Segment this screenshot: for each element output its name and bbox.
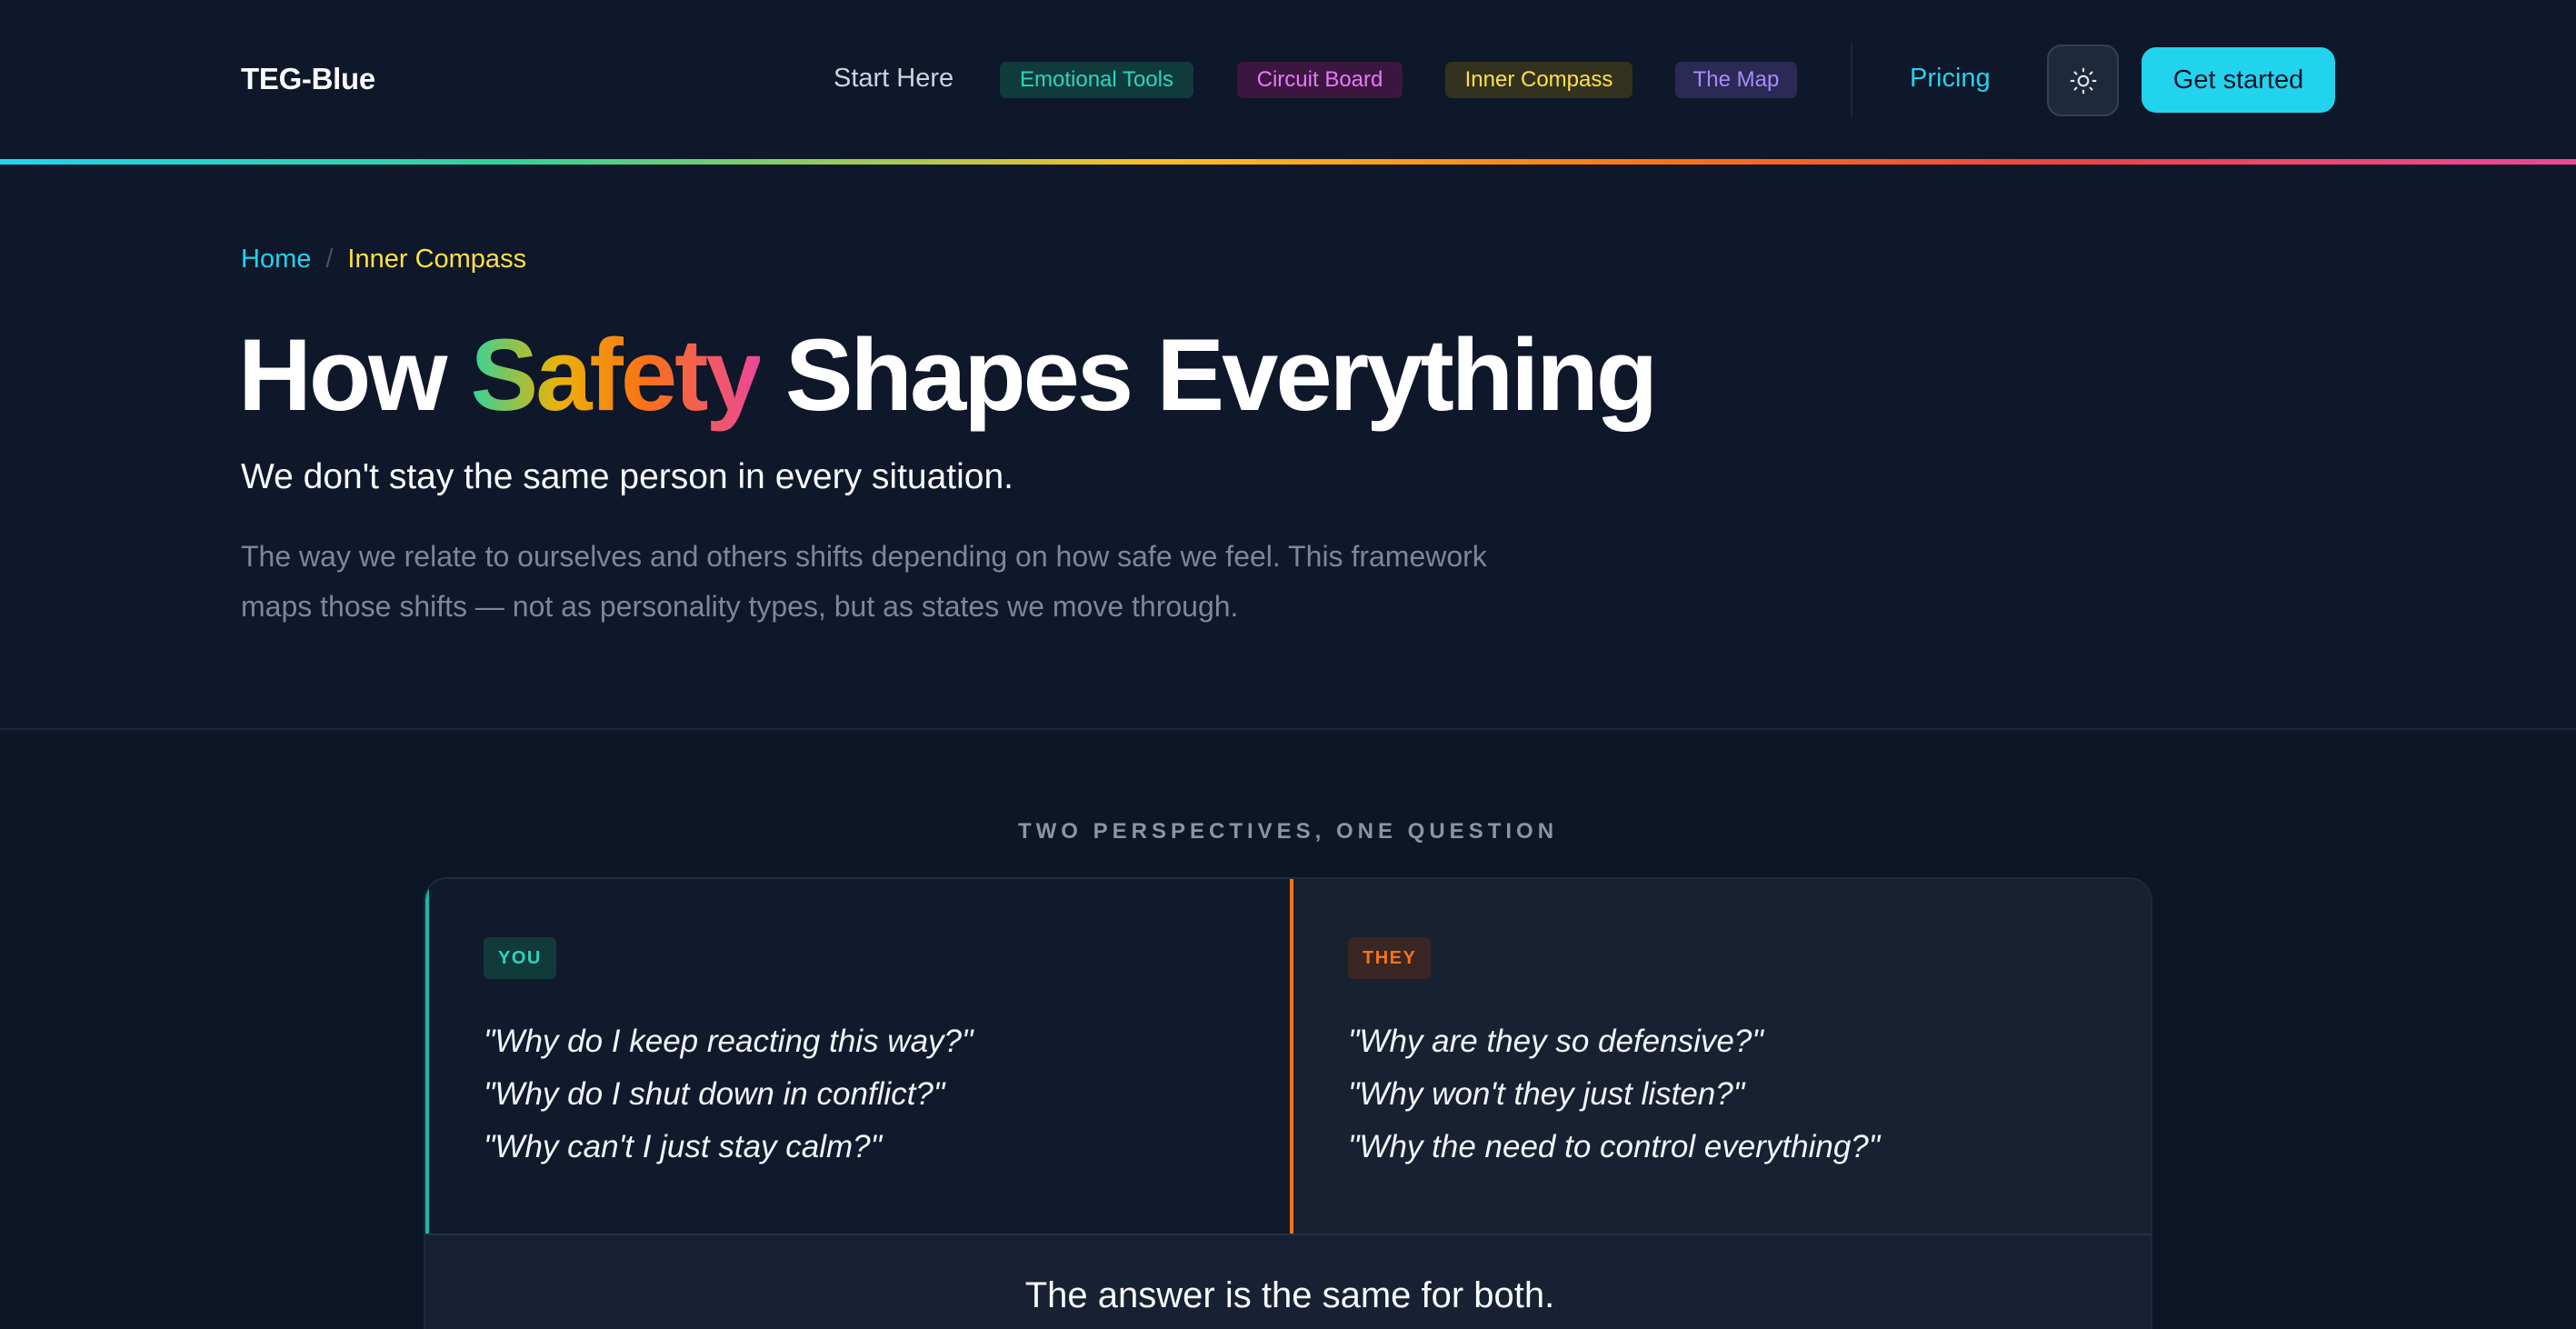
nav-emotional-tools[interactable]: Emotional Tools [1000,62,1193,98]
they-question: "Why the need to control everything?" [1348,1129,1881,1164]
they-questions: "Why are they so defensive?" "Why won't … [1348,1015,1880,1174]
theme-toggle-button[interactable] [2047,45,2119,116]
site-header: TEG-Blue Start Here Emotional Tools Circ… [0,0,2576,160]
nav-the-map[interactable]: The Map [1675,62,1797,98]
you-question: "Why can't I just stay calm?" [484,1129,883,1164]
get-started-button[interactable]: Get started [2142,47,2335,113]
perspectives-eyebrow: TWO PERSPECTIVES, ONE QUESTION [1017,819,1559,844]
logo[interactable]: TEG-Blue [241,62,375,96]
nav-divider [1851,44,1852,116]
nav-start-here[interactable]: Start Here [834,64,954,94]
title-part-before: How [238,318,471,432]
you-column: YOU "Why do I keep reacting this way?" "… [425,879,1290,1234]
page-title: How Safety Shapes Everything [238,318,1658,432]
nav-circuit-board[interactable]: Circuit Board [1237,62,1403,98]
breadcrumb: Home / Inner Compass [241,245,526,275]
they-tag: THEY [1348,937,1432,979]
breadcrumb-current: Inner Compass [347,245,527,274]
sun-icon [2070,67,2096,94]
answer-panel: The answer is the same for both. [425,1234,2151,1329]
breadcrumb-separator: / [325,245,334,274]
breadcrumb-home-link[interactable]: Home [241,245,311,274]
you-question: "Why do I keep reacting this way?" [484,1024,973,1059]
perspectives-card: YOU "Why do I keep reacting this way?" "… [424,877,2152,1329]
answer-text: The answer is the same for both. [1024,1275,1555,1315]
perspectives-section: TWO PERSPECTIVES, ONE QUESTION YOU "Why … [0,732,2576,1329]
nav-inner-compass[interactable]: Inner Compass [1445,62,1632,98]
you-questions: "Why do I keep reacting this way?" "Why … [484,1015,973,1174]
nav-pricing[interactable]: Pricing [1910,64,1991,94]
page-lead: The way we relate to ourselves and other… [241,540,1487,623]
they-question: "Why won't they just listen?" [1348,1076,1745,1112]
page-subtitle: We don't stay the same person in every s… [241,457,1014,496]
title-part-after: Shapes Everything [759,318,1658,432]
hero-section: Home / Inner Compass How Safety Shapes Eve… [0,165,2576,730]
you-question: "Why do I shut down in conflict?" [484,1076,945,1112]
you-tag: YOU [484,937,556,979]
they-question: "Why are they so defensive?" [1348,1024,1763,1059]
title-highlight: Safety [470,318,763,432]
they-column: THEY "Why are they so defensive?" "Why w… [1290,879,2151,1234]
